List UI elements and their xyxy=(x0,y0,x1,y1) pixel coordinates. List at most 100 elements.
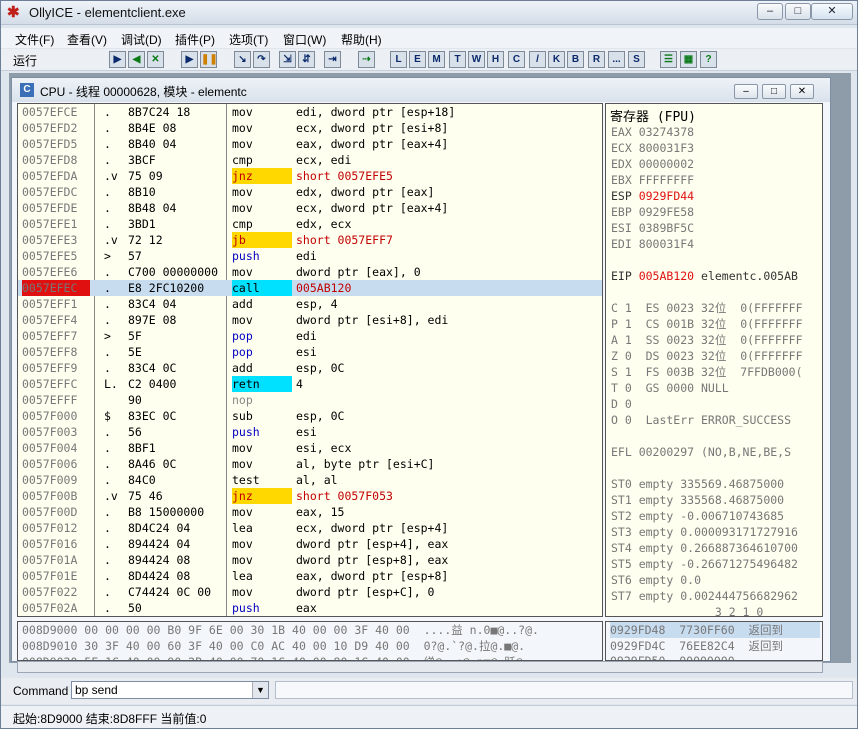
disasm-row[interactable]: 0057F004. 8BF1 mov esi, ecx xyxy=(18,440,602,456)
stack-row[interactable]: 0929FD50 00000000 xyxy=(610,654,735,660)
toolbar-btn-m[interactable]: M xyxy=(428,51,445,68)
disasm-row[interactable]: 0057F012. 8D4C24 04 lea ecx, dword ptr [esp… xyxy=(18,520,602,536)
toolbar-btn-c[interactable]: C xyxy=(508,51,525,68)
disassembly-pane[interactable]: 0057EFCE. 8B7C24 18 mov edi, dword ptr [esp… xyxy=(17,103,603,617)
disasm-row[interactable]: 0057EFD2. 8B4E 08 mov ecx, dword ptr [esi+8… xyxy=(18,120,602,136)
stack-pane[interactable]: 0929FD48 7730FF60 返回到 0929FD4C 76EE82C4 返… xyxy=(605,621,823,661)
cpu-minimize-button[interactable]: – xyxy=(734,84,758,99)
menu-file[interactable]: 文件(F) xyxy=(15,31,54,48)
menu-window[interactable]: 窗口(W) xyxy=(283,31,326,48)
disasm-row[interactable]: 0057EFE5 >57 push edi xyxy=(18,248,602,264)
toolbar-btn-w[interactable]: W xyxy=(468,51,485,68)
disasm-row[interactable]: 0057F000 $83EC 0C sub esp, 0C xyxy=(18,408,602,424)
register-line[interactable]: EDI 800031F4 xyxy=(611,236,694,252)
cpu-maximize-button[interactable]: □ xyxy=(762,84,786,99)
rewind-icon[interactable]: ◀ xyxy=(128,51,145,68)
toolbar-btn-slash[interactable]: / xyxy=(529,51,546,68)
disasm-row[interactable]: 0057F006. 8A46 0C mov al, byte ptr [esi+C] xyxy=(18,456,602,472)
disasm-row[interactable]: 0057EFE6. C700 00000000 mov dword ptr [eax]… xyxy=(18,264,602,280)
registers-header[interactable]: 寄存器 (FPU) xyxy=(610,106,696,125)
grid-icon[interactable]: ▦ xyxy=(680,51,697,68)
menu-plugins[interactable]: 插件(P) xyxy=(175,31,215,48)
stack-row[interactable]: 0929FD48 7730FF60 返回到 xyxy=(610,622,820,638)
cpu-close-button[interactable]: ✕ xyxy=(790,84,814,99)
disasm-row[interactable]: 0057F02A. 50 push eax xyxy=(18,600,602,616)
disasm-row[interactable]: 0057EFFC L. C2 0400 retn 4 xyxy=(18,376,602,392)
disasm-row[interactable]: 0057EFFF 90 nop xyxy=(18,392,602,408)
disasm-row[interactable]: 0057F009. 84C0 test al, al xyxy=(18,472,602,488)
register-line[interactable]: D 0 xyxy=(611,396,632,412)
register-line[interactable]: 3 2 1 0 xyxy=(611,604,763,616)
toolbar-btn-b[interactable]: B xyxy=(567,51,584,68)
register-line[interactable]: EDX 00000002 xyxy=(611,156,694,172)
menu-view[interactable]: 查看(V) xyxy=(67,31,107,48)
maximize-button[interactable]: □ xyxy=(785,3,811,20)
dump-row[interactable]: 008D9020 5F 1C 40 00 90 2B 40 00 70 1C 4… xyxy=(22,654,530,660)
register-line[interactable]: EBX FFFFFFFF xyxy=(611,172,694,188)
menu-help[interactable]: 帮助(H) xyxy=(341,31,382,48)
disasm-row[interactable]: 0057F00D. B8 15000000 mov eax, 15 xyxy=(18,504,602,520)
register-line[interactable]: ST6 empty 0.0 xyxy=(611,572,701,588)
step-over-icon[interactable]: ↷ xyxy=(253,51,270,68)
register-line[interactable]: ST7 empty 0.002444756682962 xyxy=(611,588,798,604)
register-line[interactable]: S 1 FS 003B 32位 7FFDB000( xyxy=(611,364,803,380)
minimize-button[interactable]: – xyxy=(757,3,783,20)
pause-icon[interactable]: ❚❚ xyxy=(200,51,218,68)
register-line[interactable]: ST5 empty -0.26671275496482 xyxy=(611,556,798,572)
disasm-row[interactable]: 0057EFE1. 3BD1 cmp edx, ecx xyxy=(18,216,602,232)
step-into-icon[interactable]: ↘ xyxy=(234,51,251,68)
trace-into-icon[interactable]: ⇲ xyxy=(279,51,296,68)
register-line[interactable]: O 0 LastErr ERROR_SUCCESS xyxy=(611,412,791,428)
close-process-icon[interactable]: ✕ xyxy=(147,51,164,68)
register-line[interactable]: EAX 03274378 xyxy=(611,124,694,140)
disasm-row[interactable]: 0057EFDE. 8B48 04 mov ecx, dword ptr [eax+4… xyxy=(18,200,602,216)
disasm-row[interactable]: 0057F01A. 894424 08 mov dword ptr [esp+8], … xyxy=(18,552,602,568)
register-line[interactable]: Z 0 DS 0023 32位 0(FFFFFFF xyxy=(611,348,803,364)
disasm-row[interactable]: 0057F016. 894424 04 mov dword ptr [esp+4], … xyxy=(18,536,602,552)
disasm-row[interactable]: 0057EFCE. 8B7C24 18 mov edi, dword ptr [esp… xyxy=(18,104,602,120)
disasm-row[interactable]: 0057EFD5. 8B40 04 mov eax, dword ptr [eax+4… xyxy=(18,136,602,152)
register-line[interactable]: EIP 005AB120 elementc.005AB xyxy=(611,268,798,284)
cpu-window-titlebar[interactable]: C CPU - 线程 00000628, 模块 - elementc – □ ✕ xyxy=(12,78,830,102)
disasm-row[interactable]: 0057EFDC. 8B10 mov edx, dword ptr [eax] xyxy=(18,184,602,200)
menu-options[interactable]: 选项(T) xyxy=(229,31,268,48)
toolbar-btn-l[interactable]: L xyxy=(390,51,407,68)
toolbar-btn-h[interactable]: H xyxy=(487,51,504,68)
disasm-row[interactable]: 0057F00B .v 75 46 jnz short 0057F053 xyxy=(18,488,602,504)
toolbar-btn-k[interactable]: K xyxy=(548,51,565,68)
toolbar-btn-s[interactable]: S xyxy=(628,51,645,68)
close-button[interactable]: ✕ xyxy=(811,3,853,20)
disasm-row[interactable]: 0057EFDA .v 75 09 jnz short 0057EFE5 xyxy=(18,168,602,184)
register-line[interactable]: ESP 0929FD44 xyxy=(611,188,694,204)
disasm-row[interactable]: 0057EFF8. 5E pop esi xyxy=(18,344,602,360)
help-icon[interactable]: ? xyxy=(700,51,717,68)
register-line[interactable]: A 1 SS 0023 32位 0(FFFFFFF xyxy=(611,332,803,348)
register-line[interactable]: P 1 CS 001B 32位 0(FFFFFFF xyxy=(611,316,803,332)
registers-pane[interactable]: 寄存器 (FPU) EAX 03274378 ECX 800031F3 EDX 00… xyxy=(605,103,823,617)
disasm-row[interactable]: 0057F003. 56 push esi xyxy=(18,424,602,440)
disasm-row[interactable]: 0057EFF4. 897E 08 mov dword ptr [esi+8], ed… xyxy=(18,312,602,328)
dump-row[interactable]: 008D9010 30 3F 40 00 60 3F 40 00 C0 AC 4… xyxy=(22,638,525,654)
register-line[interactable]: C 1 ES 0023 32位 0(FFFFFFF xyxy=(611,300,803,316)
trace-over-icon[interactable]: ⇵ xyxy=(298,51,315,68)
register-line[interactable]: ST1 empty 335568.46875000 xyxy=(611,492,784,508)
register-line[interactable]: EBP 0929FE58 xyxy=(611,204,694,220)
dump-row[interactable]: 008D9000 00 00 00 00 B0 9F 6E 00 30 1B 4… xyxy=(22,622,539,638)
title-bar[interactable]: ✱ OllyICE - elementclient.exe – □ ✕ xyxy=(1,1,857,25)
disasm-row[interactable]: 0057EFEC. E8 2FC10200 call 005AB120 xyxy=(18,280,602,296)
open-icon[interactable]: ▶ xyxy=(109,51,126,68)
disasm-row[interactable]: 0057EFF7 >5F pop edi xyxy=(18,328,602,344)
menu-debug[interactable]: 调试(D) xyxy=(121,31,162,48)
register-line[interactable]: ECX 800031F3 xyxy=(611,140,694,156)
register-line[interactable]: ESI 0389BF5C xyxy=(611,220,694,236)
chevron-down-icon[interactable]: ▼ xyxy=(252,682,268,698)
register-line[interactable]: ST2 empty -0.006710743685 xyxy=(611,508,784,524)
horizontal-scrollbar[interactable] xyxy=(17,661,823,673)
run-icon[interactable]: ▶ xyxy=(181,51,198,68)
memory-dump-pane[interactable]: 008D9000 00 00 00 00 B0 9F 6E 00 30 1B 4… xyxy=(17,621,603,661)
disasm-row[interactable]: 0057EFF1. 83C4 04 add esp, 4 xyxy=(18,296,602,312)
register-line[interactable]: T 0 GS 0000 NULL xyxy=(611,380,729,396)
disasm-row[interactable]: 0057F022. C74424 0C 00 mov dword ptr [esp+C… xyxy=(18,584,602,600)
disasm-row[interactable]: 0057EFF9. 83C4 0C add esp, 0C xyxy=(18,360,602,376)
toolbar-btn-ellipsis[interactable]: ... xyxy=(608,51,625,68)
